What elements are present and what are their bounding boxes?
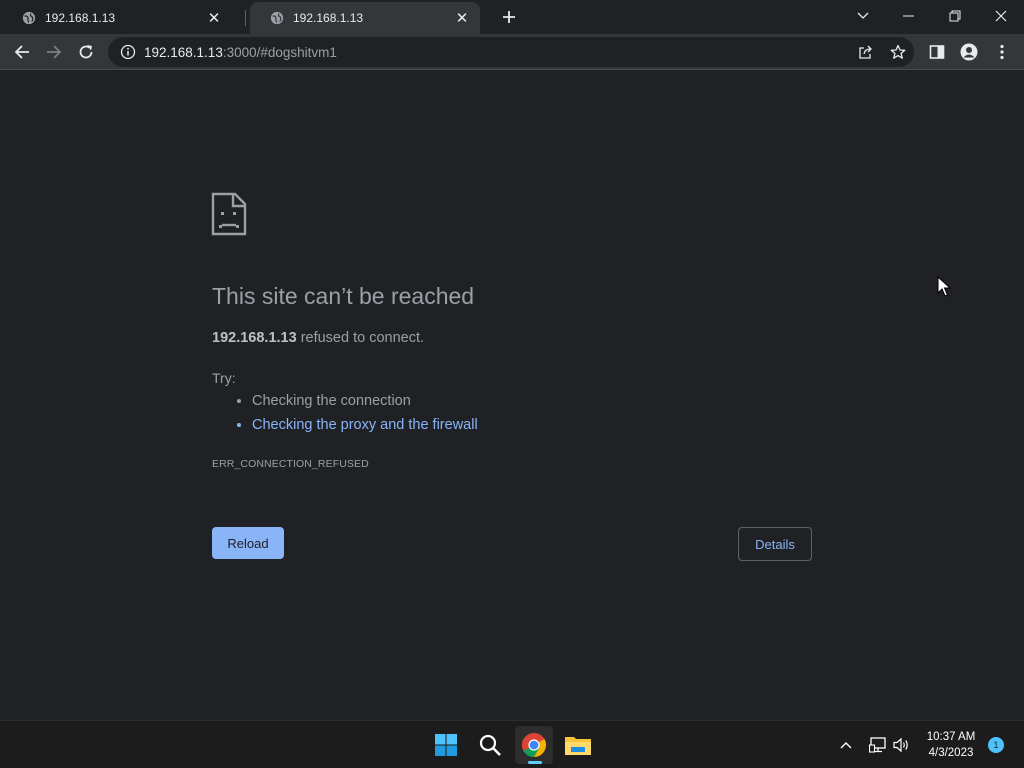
back-button[interactable] — [8, 38, 36, 66]
plus-icon — [503, 11, 515, 23]
tab-search-button[interactable] — [843, 2, 883, 30]
taskbar-file-explorer-button[interactable] — [559, 726, 597, 764]
suggestions-list: Checking the connection Checking the pro… — [212, 393, 478, 441]
taskbar-clock[interactable]: 10:37 AM 4/3/2023 — [916, 729, 986, 761]
restore-button[interactable] — [935, 2, 975, 30]
error-host: 192.168.1.13 — [212, 330, 297, 346]
clock-time: 10:37 AM — [926, 731, 976, 743]
side-panel-icon — [929, 45, 945, 59]
active-app-indicator — [528, 761, 542, 764]
chevron-down-icon — [857, 12, 869, 19]
forward-button[interactable] — [40, 38, 68, 66]
close-icon — [995, 10, 1007, 22]
tab-title: 192.168.1.13 — [293, 11, 364, 25]
network-icon — [869, 737, 886, 753]
window-close-button[interactable] — [981, 2, 1021, 30]
taskbar-search-button[interactable] — [471, 726, 509, 764]
tab-close-icon[interactable]: ✕ — [454, 10, 470, 27]
error-summary-text: refused to connect. — [296, 330, 425, 346]
file-explorer-icon — [565, 737, 591, 755]
profile-icon — [960, 43, 978, 61]
url-path: :3000/#dogshitvm1 — [222, 44, 337, 60]
error-summary: 192.168.1.13 refused to connect. — [212, 330, 424, 346]
tab-title: 192.168.1.13 — [45, 11, 116, 25]
chevron-up-icon — [840, 742, 852, 749]
tab-strip: 192.168.1.13 ✕ 192.168.1.13 ✕ — [0, 0, 1024, 34]
menu-icon — [1000, 44, 1004, 60]
info-icon[interactable] — [120, 44, 136, 60]
error-code: ERR_CONNECTION_REFUSED — [212, 458, 369, 470]
tab-close-icon[interactable]: ✕ — [206, 10, 222, 27]
minimize-button[interactable] — [889, 2, 929, 30]
show-hidden-icons-button[interactable] — [836, 735, 856, 755]
details-button[interactable]: Details — [738, 527, 812, 561]
chrome-icon — [521, 733, 547, 757]
url-host: 192.168.1.13 — [144, 44, 223, 60]
try-label: Try: — [212, 370, 236, 386]
tab-1[interactable]: 192.168.1.13 ✕ — [2, 2, 232, 34]
windows-start-icon — [435, 734, 457, 756]
taskbar: 10:37 AM 4/3/2023 1 — [0, 720, 1024, 768]
tab-separator — [245, 10, 246, 26]
volume-icon — [893, 737, 908, 753]
tab-2-active[interactable]: 192.168.1.13 ✕ — [250, 2, 480, 34]
star-icon[interactable] — [890, 44, 906, 60]
reload-icon — [79, 45, 93, 59]
new-tab-button[interactable] — [498, 6, 520, 28]
search-icon — [479, 734, 501, 756]
minimize-icon — [903, 15, 914, 17]
taskbar-chrome-button[interactable] — [515, 726, 553, 764]
notification-badge[interactable]: 1 — [988, 737, 1004, 753]
address-bar[interactable]: 192.168.1.13:3000/#dogshitvm1 — [108, 37, 914, 67]
suggestion-check-proxy-link[interactable]: Checking the proxy and the firewall — [252, 417, 478, 441]
share-icon[interactable] — [858, 44, 874, 60]
chrome-menu-button[interactable] — [988, 38, 1016, 66]
globe-icon — [22, 11, 36, 25]
profile-button[interactable] — [955, 38, 983, 66]
volume-button[interactable] — [892, 735, 912, 755]
error-title: This site can’t be reached — [212, 283, 475, 309]
network-button[interactable] — [868, 735, 888, 755]
browser-toolbar: 192.168.1.13:3000/#dogshitvm1 — [0, 34, 1024, 70]
reload-button[interactable]: Reload — [212, 527, 284, 559]
mouse-cursor-icon — [937, 276, 951, 297]
page-content: This site can’t be reached 192.168.1.13 … — [0, 71, 1024, 720]
reload-page-button[interactable] — [72, 38, 100, 66]
back-icon — [14, 45, 29, 59]
forward-icon — [47, 45, 62, 59]
clock-date: 4/3/2023 — [928, 747, 974, 759]
start-button[interactable] — [427, 726, 465, 764]
restore-icon — [949, 10, 961, 22]
suggestion-check-connection: Checking the connection — [252, 393, 478, 417]
globe-icon — [270, 11, 284, 25]
side-panel-button[interactable] — [923, 38, 951, 66]
sad-page-icon — [211, 192, 247, 236]
